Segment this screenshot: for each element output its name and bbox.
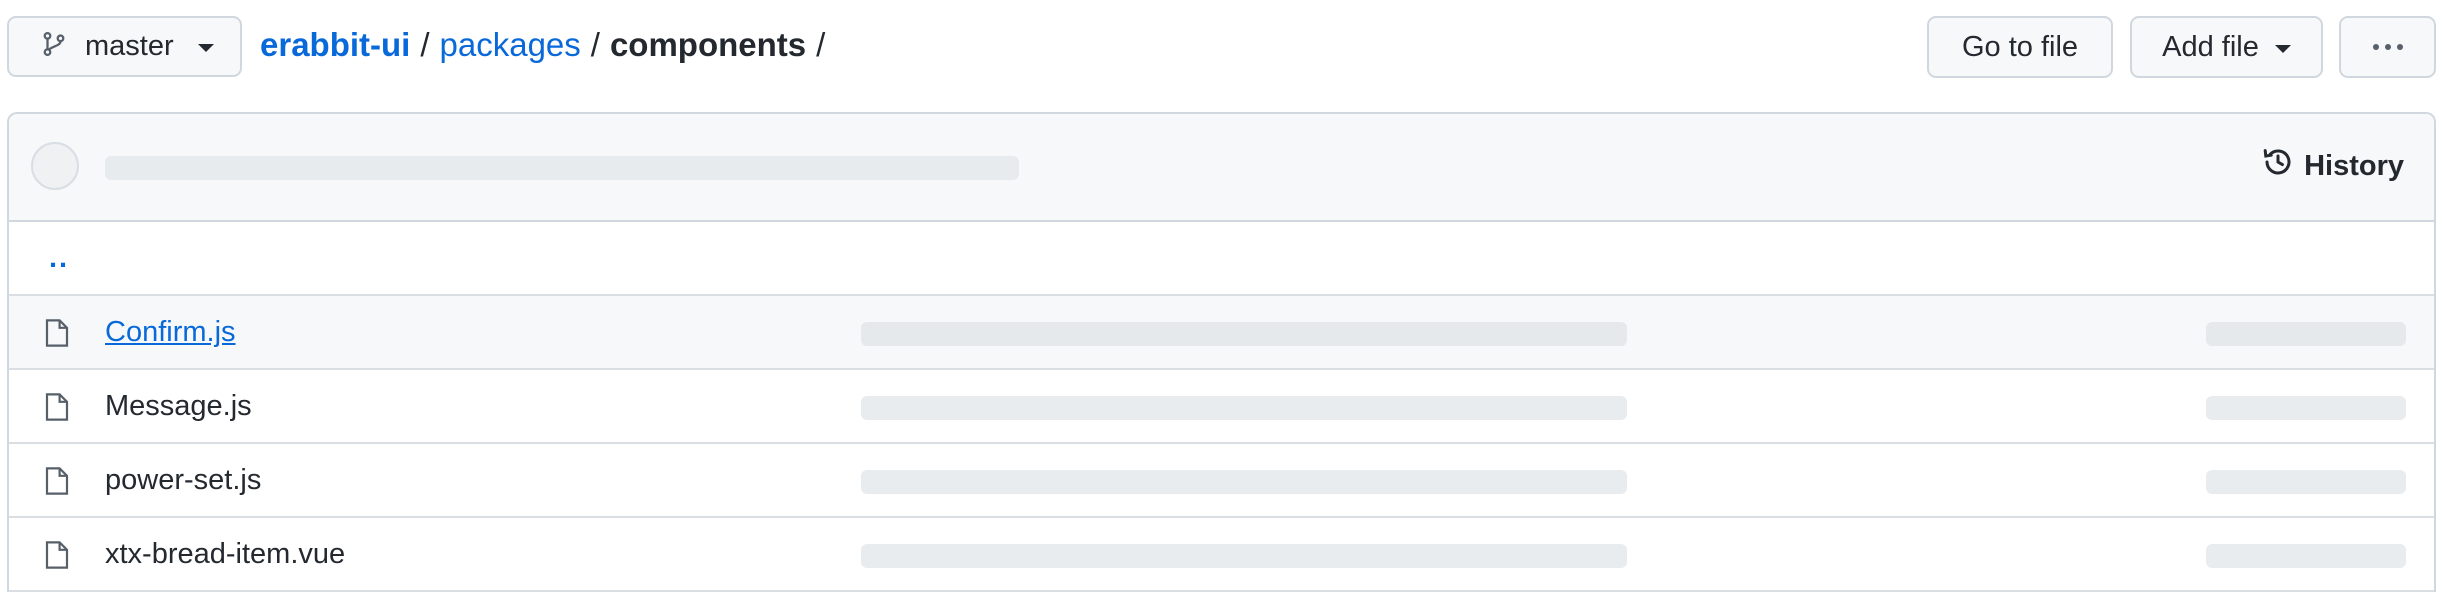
latest-commit-header: History — [9, 114, 2434, 222]
file-name-link[interactable]: Confirm.js — [105, 296, 236, 368]
branch-select-button[interactable]: master — [7, 16, 242, 77]
file-icon — [45, 466, 69, 501]
breadcrumb-separator: / — [590, 26, 600, 63]
history-label: History — [2304, 149, 2404, 182]
commit-date-placeholder — [2206, 322, 2406, 346]
chevron-down-icon — [2274, 44, 2291, 53]
commit-message-placeholder — [861, 470, 1627, 494]
breadcrumb-current: components — [609, 26, 807, 63]
more-options-button[interactable] — [2339, 16, 2436, 78]
commit-date-placeholder — [2206, 544, 2406, 568]
avatar-placeholder — [31, 142, 79, 190]
parent-directory-row[interactable]: .. — [9, 222, 2434, 296]
chevron-down-icon — [197, 44, 214, 52]
file-name-link[interactable]: Message.js — [105, 370, 252, 442]
add-file-button[interactable]: Add file — [2130, 16, 2323, 78]
history-icon — [2262, 146, 2294, 186]
git-branch-icon — [41, 29, 67, 64]
breadcrumb-separator: / — [420, 26, 430, 63]
file-row[interactable]: Message.js — [9, 370, 2434, 444]
breadcrumb-separator: / — [816, 26, 826, 63]
go-to-file-label: Go to file — [1961, 30, 2079, 63]
kebab-horizontal-icon — [2372, 44, 2403, 50]
commit-message-placeholder — [861, 544, 1627, 568]
commit-date-placeholder — [2206, 396, 2406, 420]
parent-directory-link[interactable]: .. — [49, 222, 69, 294]
commit-message-placeholder — [861, 396, 1627, 420]
file-icon — [45, 392, 69, 427]
breadcrumb: erabbit-ui / packages / components / — [260, 26, 835, 64]
commit-date-placeholder — [2206, 470, 2406, 494]
file-row[interactable]: xtx-bread-item.vue — [9, 518, 2434, 592]
file-row[interactable]: Confirm.js — [9, 296, 2434, 370]
file-name-link[interactable]: xtx-bread-item.vue — [105, 518, 345, 590]
go-to-file-button[interactable]: Go to file — [1927, 16, 2113, 78]
commit-message-placeholder — [861, 322, 1627, 346]
file-icon — [45, 540, 69, 575]
add-file-label: Add file — [2162, 30, 2259, 63]
file-navigation-bar: master erabbit-ui / packages / component… — [0, 0, 2442, 98]
branch-name: master — [85, 30, 174, 62]
file-list-box: History .. Confirm.js Message.js power-s… — [7, 112, 2436, 592]
file-row[interactable]: power-set.js — [9, 444, 2434, 518]
breadcrumb-repo-link[interactable]: erabbit-ui — [260, 26, 410, 64]
history-link[interactable]: History — [2262, 146, 2404, 186]
commit-message-placeholder — [105, 156, 1019, 180]
file-name-link[interactable]: power-set.js — [105, 444, 261, 516]
breadcrumb-packages-link[interactable]: packages — [440, 26, 581, 64]
file-icon — [45, 318, 69, 353]
